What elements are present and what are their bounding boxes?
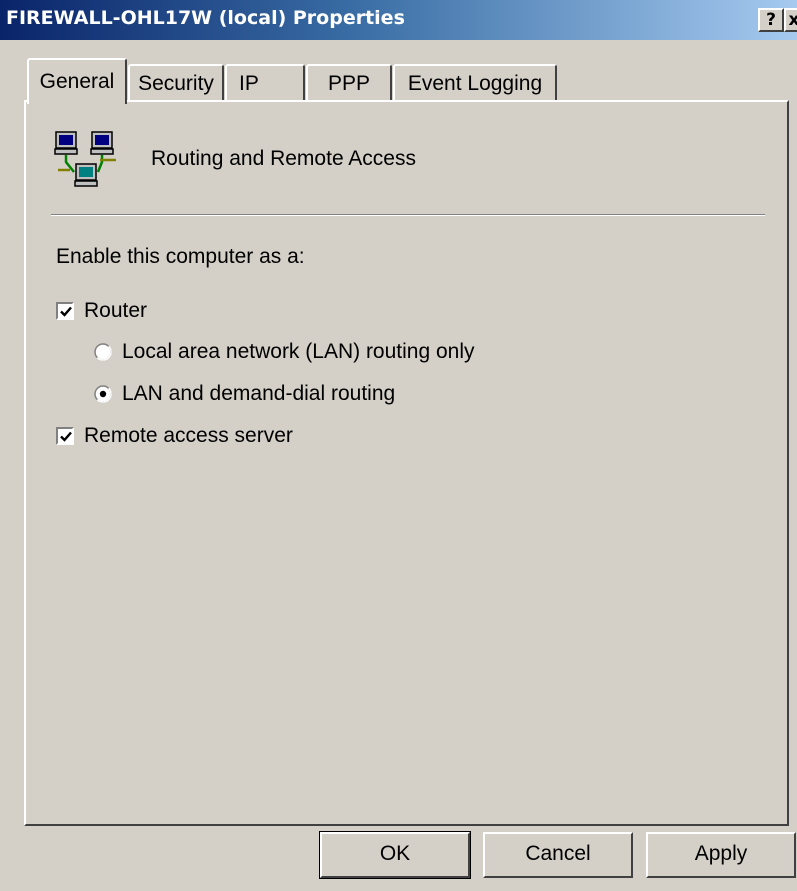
- properties-dialog: FIREWALL-OHL17W (local) Properties ? x G…: [0, 0, 797, 891]
- service-heading: Routing and Remote Access: [151, 147, 416, 170]
- lan-demand-dial-label: LAN and demand-dial routing: [122, 382, 396, 405]
- tab-general[interactable]: General: [27, 58, 127, 104]
- enable-as-label: Enable this computer as a:: [56, 245, 305, 268]
- window-title: FIREWALL-OHL17W (local) Properties: [6, 7, 405, 29]
- close-button[interactable]: x: [784, 8, 797, 32]
- router-checkbox[interactable]: [56, 302, 74, 320]
- lan-only-label: Local area network (LAN) routing only: [122, 340, 475, 363]
- tab-security[interactable]: Security: [128, 64, 224, 102]
- lan-only-radio[interactable]: [94, 343, 112, 367]
- router-label: Router: [84, 299, 148, 322]
- apply-button[interactable]: Apply: [646, 832, 796, 878]
- general-tab-panel: Routing and Remote Access Enable this co…: [24, 100, 789, 826]
- lan-demand-dial-radio[interactable]: [94, 385, 112, 409]
- checkmark-icon: [60, 306, 72, 317]
- help-button[interactable]: ?: [758, 8, 784, 32]
- tab-event-logging[interactable]: Event Logging: [393, 64, 557, 102]
- ok-button[interactable]: OK: [319, 831, 471, 879]
- network-computers-icon: [54, 130, 122, 199]
- remote-access-checkbox[interactable]: [56, 427, 74, 445]
- remote-access-label: Remote access server: [84, 424, 293, 447]
- separator: [51, 214, 765, 216]
- tab-ip[interactable]: IP: [225, 64, 305, 102]
- title-bar[interactable]: FIREWALL-OHL17W (local) Properties ? x: [0, 0, 797, 40]
- checkmark-icon: [60, 431, 72, 442]
- tab-ppp[interactable]: PPP: [306, 64, 392, 102]
- cancel-button[interactable]: Cancel: [483, 832, 633, 878]
